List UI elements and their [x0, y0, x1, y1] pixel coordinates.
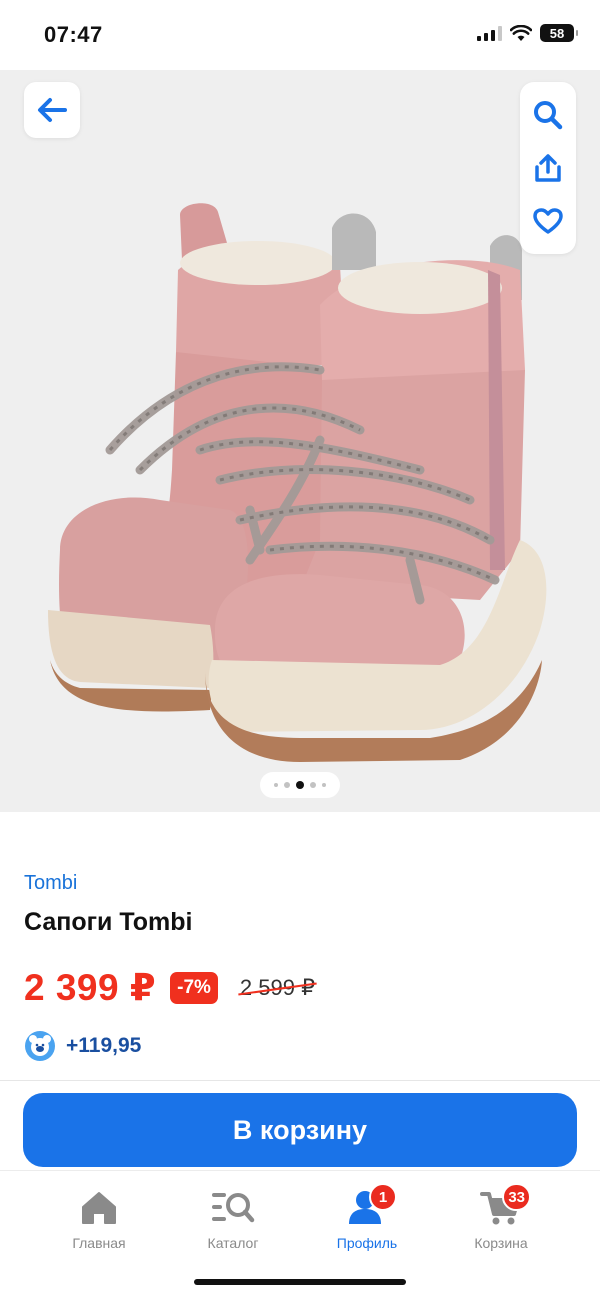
- tab-profile-label: Профиль: [336, 1235, 398, 1251]
- status-bar: 07:47 58: [0, 0, 600, 70]
- search-icon: [534, 100, 563, 129]
- heart-icon: [533, 208, 563, 235]
- pagination-dot: [274, 783, 278, 787]
- wifi-icon: [510, 24, 532, 41]
- price-row: 2 399 ₽ -7% 2 599 ₽: [24, 966, 315, 1009]
- cart-badge: 33: [502, 1183, 531, 1211]
- profile-badge: 1: [369, 1183, 397, 1211]
- favorite-button[interactable]: [528, 201, 568, 241]
- image-actions-panel: [520, 82, 576, 254]
- bottom-tab-bar: Главная Каталог 1 Профиль 33 Корзина: [0, 1170, 600, 1297]
- tab-profile[interactable]: 1 Профиль: [312, 1183, 422, 1251]
- gallery-pagination[interactable]: [260, 772, 340, 798]
- tab-catalog-label: Каталог: [207, 1235, 259, 1251]
- pagination-dot-active: [296, 781, 304, 789]
- add-to-cart-button[interactable]: В корзину: [23, 1093, 577, 1167]
- catalog-search-icon: [212, 1193, 255, 1223]
- back-button[interactable]: [24, 82, 80, 138]
- tab-cart-label: Корзина: [474, 1235, 528, 1251]
- bonus-amount: +119,95: [66, 1034, 142, 1057]
- search-button[interactable]: [528, 95, 568, 135]
- arrow-left-icon: [38, 98, 67, 122]
- home-icon: [82, 1192, 116, 1224]
- pagination-dot: [322, 783, 326, 787]
- bonus-row: +119,95: [24, 1030, 141, 1062]
- bonus-bear-icon: [25, 1031, 55, 1061]
- product-gallery[interactable]: [0, 70, 600, 812]
- cellular-signal-icon: [477, 25, 502, 41]
- discount-badge: -7%: [170, 971, 218, 1004]
- share-icon: [535, 154, 561, 182]
- status-time: 07:47: [44, 22, 103, 47]
- tab-catalog[interactable]: Каталог: [178, 1187, 288, 1251]
- status-icons: 58: [477, 24, 578, 42]
- home-indicator: [194, 1279, 406, 1285]
- brand-link[interactable]: Tombi: [24, 872, 77, 895]
- product-title: Сапоги Tombi: [24, 908, 193, 936]
- product-image: [48, 203, 547, 762]
- tab-cart[interactable]: 33 Корзина: [446, 1183, 556, 1251]
- share-button[interactable]: [528, 148, 568, 188]
- old-price: 2 599 ₽: [239, 974, 316, 1000]
- pagination-dot: [284, 782, 290, 788]
- battery-indicator: 58: [540, 24, 578, 42]
- tab-home[interactable]: Главная: [44, 1187, 154, 1251]
- current-price: 2 399 ₽: [24, 967, 157, 1008]
- tab-home-label: Главная: [72, 1235, 126, 1251]
- pagination-dot: [310, 782, 316, 788]
- divider: [0, 1080, 600, 1081]
